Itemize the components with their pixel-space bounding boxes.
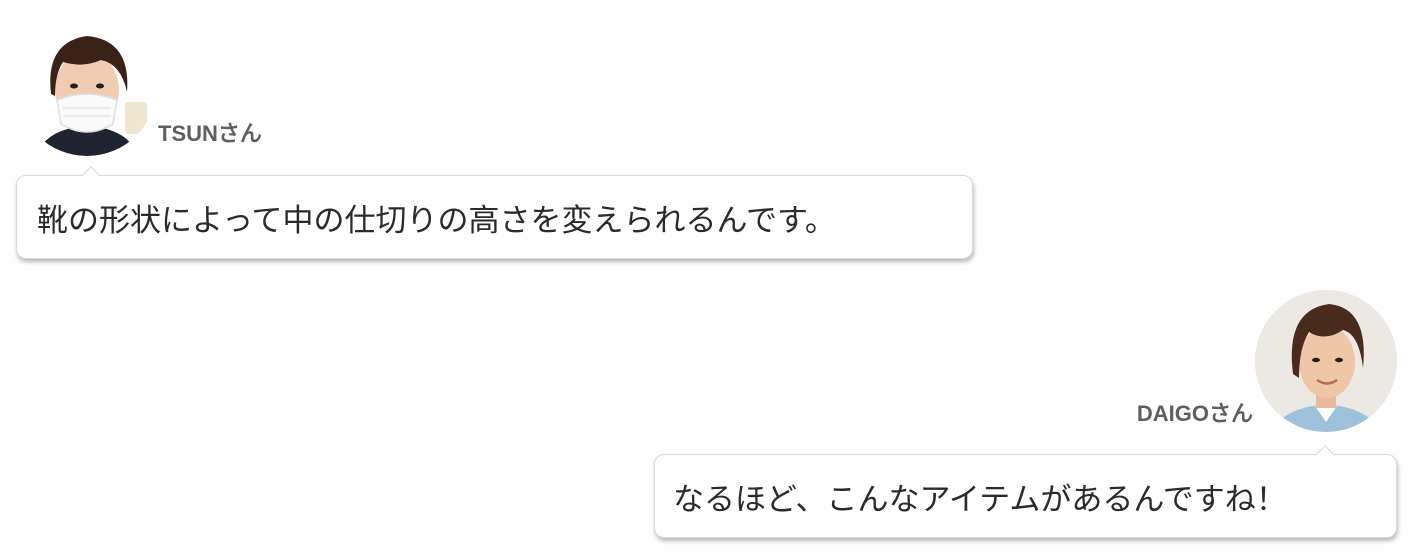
message-bubble-tsun: 靴の形状によって中の仕切りの高さを変えられるんです。: [16, 175, 973, 259]
daigo-avatar: [1255, 290, 1397, 432]
speaker-name-tsun: TSUNさん: [158, 121, 262, 146]
speaker-name-daigo: DAIGOさん: [1136, 401, 1253, 426]
woman-with-face-mask-icon: [17, 16, 157, 156]
tsun-avatar: [17, 16, 157, 156]
message-text-daigo: なるほど、こんなアイテムがあるんですね！: [673, 481, 1287, 518]
message-bubble-daigo: なるほど、こんなアイテムがあるんですね！: [654, 454, 1397, 538]
message-text-tsun: 靴の形状によって中の仕切りの高さを変えられるんです。: [37, 202, 836, 239]
man-smiling-icon: [1255, 290, 1397, 432]
